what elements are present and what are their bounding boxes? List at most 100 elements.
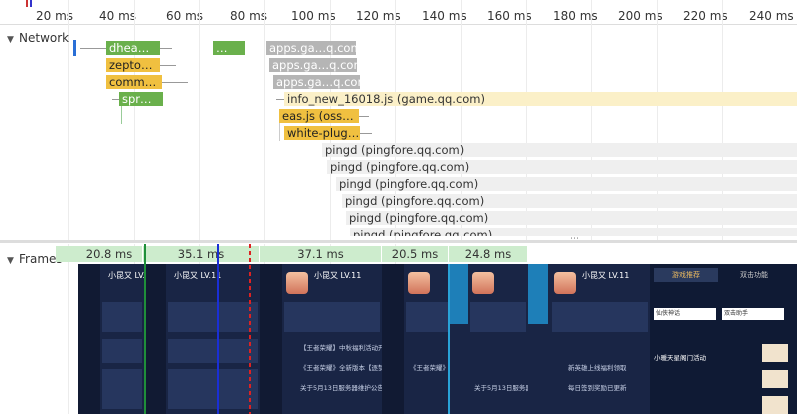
collapse-triangle-icon[interactable]: ▼ xyxy=(7,35,14,45)
screenshot-header: 小昆又 LV.11 xyxy=(174,271,222,280)
request-label: apps.ga…q.com) xyxy=(269,41,356,55)
grid-line xyxy=(134,0,135,240)
frame-marker-line xyxy=(144,244,146,414)
request-wick xyxy=(80,48,106,49)
screenshot-list-item: 仙侠神话 xyxy=(654,308,716,320)
request-wick xyxy=(121,106,122,124)
network-title: Network xyxy=(19,31,70,45)
network-request[interactable]: comm… xyxy=(106,75,162,89)
frame-bar[interactable]: 20.5 ms xyxy=(382,246,449,262)
request-marker xyxy=(73,40,76,56)
screenshot-row: 新英雄上线福利领取 xyxy=(568,364,627,372)
network-request[interactable]: pingd (pingfore.qq.com) xyxy=(322,143,797,157)
request-label: pingd (pingfore.qq.com) xyxy=(339,177,479,191)
screenshot-button xyxy=(762,396,788,414)
request-wick xyxy=(112,99,119,100)
frame-marker-line xyxy=(217,244,219,414)
request-label: zepto… xyxy=(109,58,153,72)
network-request[interactable]: apps.ga…q.com) xyxy=(269,58,357,72)
frame-duration: 24.8 ms xyxy=(464,247,512,261)
network-request[interactable]: pingd (pingfore.qq.com) xyxy=(346,211,797,225)
network-request[interactable]: pingd (pingfore.qq.com) xyxy=(327,160,797,174)
screenshot-row: 【王者荣耀】中秋福利活动开启 xyxy=(300,344,382,352)
network-request[interactable]: pingd (pingfore.qq.com) xyxy=(342,194,797,208)
screenshot-row: 每日签到奖励已更新 xyxy=(568,384,627,392)
network-request[interactable]: eas.js (oss… xyxy=(279,109,359,123)
ruler-tick: 160 ms xyxy=(487,9,532,23)
ruler-tick: 140 ms xyxy=(422,9,467,23)
playhead-marker xyxy=(26,0,28,7)
request-wick xyxy=(160,65,176,66)
avatar xyxy=(472,272,494,294)
screenshot-row: 《王者荣耀》全新版本【逐梦之夏】 xyxy=(300,364,382,372)
request-label: … xyxy=(216,41,228,55)
request-label: comm… xyxy=(109,75,157,89)
collapse-triangle-icon[interactable]: ▼ xyxy=(7,256,14,266)
ruler-tick: 240 ms xyxy=(749,9,794,23)
ruler-tick: 120 ms xyxy=(356,9,401,23)
screenshot-header: 小昆又 LV.11 xyxy=(582,271,630,280)
network-request[interactable]: info_new_16018.js (game.qq.com) xyxy=(284,92,797,106)
screenshot-list-item: 双击助手 xyxy=(722,308,784,320)
request-label: eas.js (oss… xyxy=(282,109,354,123)
request-wick xyxy=(162,82,188,83)
ruler-tick: 40 ms xyxy=(99,9,137,23)
ruler-tick: 100 ms xyxy=(291,9,336,23)
network-request[interactable]: pingd (pingfore.qq.com) xyxy=(336,177,797,191)
ruler-tick: 200 ms xyxy=(618,9,663,23)
network-request[interactable]: apps.ga…q.com) xyxy=(266,41,356,55)
frame-duration: 20.5 ms xyxy=(391,247,439,261)
frame-bar[interactable]: 20.8 ms xyxy=(76,246,143,262)
screenshot-button xyxy=(762,370,788,388)
network-request[interactable]: zepto… xyxy=(106,58,160,72)
grid-line xyxy=(68,244,69,414)
frame-screenshot[interactable]: 小昆又 LV.11 【王者荣耀】中秋福利活动开启 《王者荣耀》全新版本【逐梦之夏… xyxy=(260,264,382,414)
screenshot-header: 小昆又 LV.11 xyxy=(108,271,144,280)
frame-screenshot[interactable]: 小昆又 LV.11 xyxy=(144,264,260,414)
ruler-tick: 60 ms xyxy=(166,9,204,23)
network-section-header[interactable]: ▼ Network xyxy=(7,27,69,46)
frame-screenshot[interactable]: 小昆又 LV.11 新英雄上线福利领取 每日签到奖励已更新 xyxy=(528,264,650,414)
frame-screenshot[interactable]: 《王者荣耀》全新版本【逐梦之夏】 xyxy=(382,264,450,414)
avatar xyxy=(286,272,308,294)
frame-bar[interactable]: 35.1 ms xyxy=(143,246,260,262)
network-request[interactable]: spr… xyxy=(119,92,163,106)
avatar xyxy=(408,272,430,294)
frame-bar[interactable]: 24.8 ms xyxy=(449,246,527,262)
request-label: pingd (pingfore.qq.com) xyxy=(349,211,489,225)
request-label: pingd (pingfore.qq.com) xyxy=(325,143,465,157)
screenshot-tab: 双击功能 xyxy=(740,271,768,279)
frame-bar[interactable] xyxy=(56,246,76,262)
frame-screenshot[interactable]: 游戏推荐 双击功能 仙侠神话 双击助手 小暖天星阁门活动 xyxy=(650,264,797,414)
grid-line xyxy=(199,0,200,240)
screenshot-tab: 游戏推荐 xyxy=(654,268,718,282)
request-wick xyxy=(360,133,372,134)
frame-screenshot[interactable]: 小昆又 LV.11 xyxy=(78,264,144,414)
request-wick xyxy=(279,123,280,141)
network-request[interactable]: dhea… xyxy=(106,41,160,55)
request-wick xyxy=(276,99,284,100)
screenshot-button xyxy=(762,344,788,362)
request-wick xyxy=(160,48,172,49)
avatar xyxy=(554,272,576,294)
network-request[interactable]: apps.ga…q.com) xyxy=(273,75,360,89)
network-request[interactable]: … xyxy=(213,41,245,55)
frame-duration: 20.8 ms xyxy=(85,247,133,261)
playhead-marker xyxy=(30,0,32,7)
screenshot-row: 关于5月13日服务器维护公告 xyxy=(300,384,382,392)
screenshot-list-item: 小暖天星阁门活动 xyxy=(654,354,706,362)
screenshot-header: 小昆又 LV.11 xyxy=(314,271,362,280)
request-label: spr… xyxy=(122,92,152,106)
ruler-tick: 220 ms xyxy=(683,9,728,23)
frame-screenshot[interactable]: 关于5月13日服务器维护公告 xyxy=(450,264,528,414)
grid-line xyxy=(264,0,265,240)
frame-bar[interactable]: 37.1 ms xyxy=(260,246,382,262)
frame-duration: 37.1 ms xyxy=(297,247,344,261)
request-label: white-plug… xyxy=(287,126,360,140)
request-wick xyxy=(359,116,369,117)
section-divider[interactable] xyxy=(0,240,797,243)
network-request[interactable]: white-plug… xyxy=(284,126,360,140)
request-label: info_new_16018.js (game.qq.com) xyxy=(287,92,485,106)
frames-section-header[interactable]: ▼ Frames xyxy=(7,248,63,267)
timeline-ruler[interactable]: 20 ms 40 ms 60 ms 80 ms 100 ms 120 ms 14… xyxy=(0,0,797,25)
